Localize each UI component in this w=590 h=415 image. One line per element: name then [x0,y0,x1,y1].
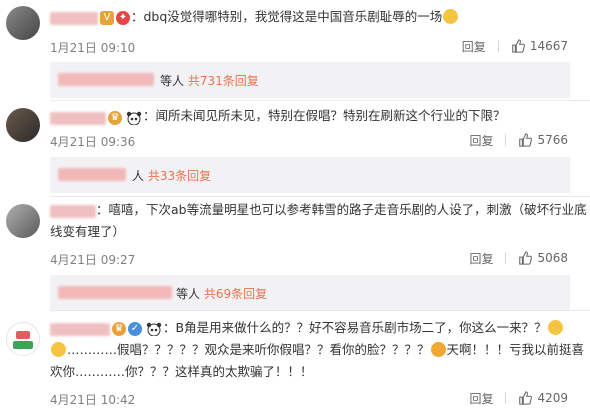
like-count[interactable]: 14667 [530,39,568,53]
comment-time: 4月21日 09:27 [50,253,136,267]
comment-text-line2: 线变有理了） [50,224,126,239]
emoji-face-icon [51,342,66,357]
badge-icon: ✦ [116,11,130,25]
reply-summary[interactable]: 等人 共69条回复 [176,285,267,302]
panda-icon [146,322,162,336]
panda-icon [126,111,142,125]
badge-icon: ♛ [108,111,122,125]
username-redacted[interactable] [50,112,106,125]
avatar[interactable] [6,6,40,40]
comment-actions: 回复 4209 [469,390,568,406]
like-count[interactable]: 5766 [537,133,568,147]
comment-text: ：闻所未闻见所未见，特别在假唱？特别在刷新这个行业的下限？ [143,108,506,123]
reply-thread-bar[interactable]: 等人 共69条回复 [50,275,570,311]
divider [505,134,507,146]
comment-actions: 回复 14667 [462,38,568,54]
comment-list: { "comments": [ { "text": "：dbq没觉得哪特别，我觉… [0,0,590,415]
comment-time: 1月21日 09:10 [50,41,136,55]
badge-icon: V [100,11,114,25]
comment-text: ：dbq没觉得哪特别，我觉得这是中国音乐剧耻辱的一场 [131,6,459,28]
username-redacted[interactable] [50,12,98,25]
divider [505,392,507,404]
comment-text-line3: 欢你…………你？？？这样真的太欺骗了！！！ [50,364,313,379]
divider [50,100,590,101]
reply-button[interactable]: 回复 [469,250,493,267]
reply-summary[interactable]: 人 共33条回复 [132,167,211,184]
avatar[interactable] [6,204,40,238]
divider [50,310,590,311]
username-redacted[interactable] [50,205,96,218]
like-count[interactable]: 4209 [537,391,568,405]
comment-actions: 回复 5068 [469,250,568,266]
divider [497,40,499,52]
badge-icon: ♛ [112,322,126,336]
reply-button[interactable]: 回复 [462,38,486,55]
divider [50,196,590,197]
badge-icon: ✓ [128,322,142,336]
comment-actions: 回复 5766 [469,132,568,148]
emoji-face-icon [443,9,459,24]
like-icon[interactable] [518,251,533,265]
like-icon[interactable] [511,39,525,53]
like-icon[interactable] [518,133,533,147]
reply-button[interactable]: 回复 [469,132,493,149]
like-count[interactable]: 5068 [537,251,568,265]
comment-text-line1: ：嘻嘻，下次ab等流量明星也可以参考韩雪的路子走音乐剧的人设了，刺激（破坏行业底 [96,202,587,217]
reply-users-redacted [58,73,154,86]
divider [505,252,507,264]
reply-users-redacted [58,286,172,299]
reply-button[interactable]: 回复 [469,390,493,407]
comment-time: 4月21日 10:42 [50,393,136,407]
reply-thread-bar[interactable]: 人 共33条回复 [50,157,570,193]
avatar[interactable] [6,322,40,356]
emoji-face-icon [430,342,446,357]
comment-text-line2: …………假唱？？？？？观众是来听你假唱？？看你的脸？？？？ 天啊！！！亏我以前挺喜 [50,339,584,361]
like-icon[interactable] [518,391,533,405]
comment-text-line1: ：B角是用来做什么的？？好不容易音乐剧市场⼆了，你这么一来？？ [163,317,564,339]
comment-time: 4月21日 09:36 [50,135,136,149]
emoji-face-icon [547,320,563,335]
avatar[interactable] [6,108,40,142]
reply-summary[interactable]: 等人 共731条回复 [160,72,259,89]
username-redacted[interactable] [50,323,110,336]
reply-thread-bar[interactable]: 等人 共731条回复 [50,62,570,98]
reply-users-redacted [58,168,126,181]
